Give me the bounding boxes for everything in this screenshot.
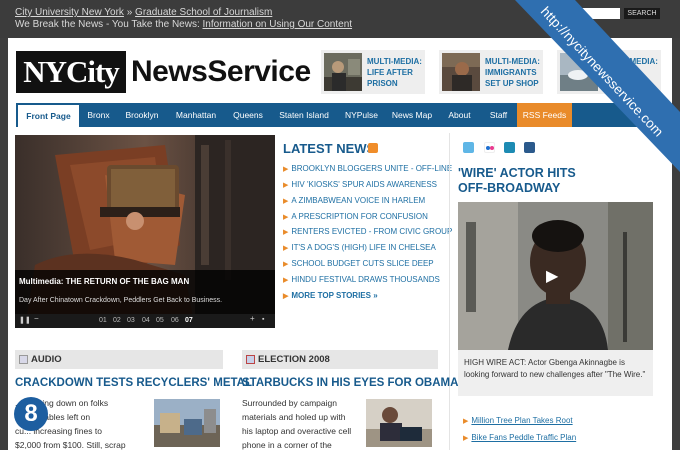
election-story-excerpt: Surrounded by campaign materials and hol… — [242, 398, 352, 450]
delicious-icon[interactable] — [524, 142, 535, 153]
logo-nycity[interactable]: NYCity — [16, 51, 126, 93]
breadcrumb-separator: » — [126, 7, 133, 18]
nav-news-map[interactable]: News Map — [386, 103, 438, 127]
column-divider — [449, 133, 450, 450]
slide-number-badge: 8 — [14, 397, 48, 431]
promo-thumbnail — [560, 53, 598, 91]
promo-item[interactable]: MULTI-MEDIA: ...CE ON ...WANUS — [557, 50, 661, 94]
flickr-icon[interactable] — [484, 142, 495, 153]
promo-item[interactable]: MULTI-MEDIA: IMMIGRANTS SET UP SHOP — [439, 50, 543, 94]
sidebar-link[interactable]: ▶ Bike Fans Peddle Traffic Plan — [463, 433, 576, 442]
content-info-link[interactable]: Information on Using Our Content — [203, 19, 353, 30]
nav-rss-feeds[interactable]: RSS Feeds — [517, 103, 572, 127]
more-top-stories-link[interactable]: ▶ MORE TOP STORIES » — [283, 291, 378, 300]
pause-icon[interactable]: ❚❚ — [19, 316, 31, 324]
school-breadcrumb: City University New York » Graduate Scho… — [15, 7, 272, 18]
slide-page-active[interactable]: 07 — [185, 317, 193, 324]
slide-page[interactable]: 01 — [99, 317, 107, 324]
latest-news-item[interactable]: ▶ HINDU FESTIVAL DRAWS THOUSANDS — [283, 275, 440, 284]
search-input[interactable] — [560, 8, 620, 19]
latest-news-item[interactable]: ▶ A PRESCRIPTION FOR CONFUSION — [283, 212, 428, 221]
audio-story-title[interactable]: CRACKDOWN TESTS RECYCLERS' METAL — [15, 377, 252, 389]
latest-news-item[interactable]: ▶ SCHOOL BUDGET CUTS SLICE DEEP — [283, 259, 434, 268]
nav-front-page[interactable]: Front Page — [18, 105, 79, 127]
feature-title[interactable]: 'WIRE' ACTOR HITS OFF-BROADWAY — [458, 166, 576, 196]
election-section-header: ELECTION 2008 — [242, 350, 438, 369]
logo-newsservice[interactable]: NewsService — [131, 51, 311, 93]
slide-page[interactable]: 04 — [142, 317, 150, 324]
nav-queens[interactable]: Queens — [226, 103, 270, 127]
slide-page[interactable]: 02 — [113, 317, 121, 324]
hero-caption-title[interactable]: Multimedia: THE RETURN OF THE BAG MAN — [19, 277, 189, 286]
slide-page[interactable]: 06 — [171, 317, 179, 324]
latest-news-item[interactable]: ▶ A ZIMBABWEAN VOICE IN HARLEM — [283, 196, 425, 205]
slide-page[interactable]: 05 — [156, 317, 164, 324]
journalism-school-link[interactable]: Graduate School of Journalism — [135, 7, 272, 18]
minus-icon[interactable]: − — [34, 314, 39, 323]
flag-icon — [246, 355, 255, 364]
promo-thumbnail — [442, 53, 480, 91]
promo-label: MULTI-MEDIA: ...CE ON ...WANUS — [603, 57, 658, 88]
promo-label: MULTI-MEDIA: LIFE AFTER PRISON — [367, 57, 422, 88]
play-icon[interactable]: ▶ — [546, 266, 558, 286]
latest-news-title: LATEST NEWS — [283, 141, 376, 156]
latest-news-item[interactable]: ▶ RENTERS EVICTED - FROM CIVIC GROUP — [283, 227, 452, 236]
promo-thumbnail — [324, 53, 362, 91]
promo-item[interactable]: MULTI-MEDIA: LIFE AFTER PRISON — [321, 50, 425, 94]
nav-staten-island[interactable]: Staten Island — [271, 103, 337, 127]
nav-about[interactable]: About — [439, 103, 480, 127]
latest-news-item[interactable]: ▶ BROOKLYN BLOGGERS UNITE - OFF-LINE — [283, 164, 452, 173]
rss-icon[interactable] — [368, 143, 378, 153]
twitter-icon[interactable] — [463, 142, 474, 153]
audio-section-header: AUDIO — [15, 350, 223, 369]
audio-story-thumbnail[interactable] — [154, 399, 220, 447]
nav-staff[interactable]: Staff — [481, 103, 516, 127]
tagline: We Break the News - You Take the News: I… — [15, 19, 352, 30]
slide-page[interactable]: 03 — [127, 317, 135, 324]
feature-video[interactable]: ▶ — [458, 202, 653, 350]
election-story-thumbnail[interactable] — [366, 399, 432, 447]
nav-bronx[interactable]: Bronx — [80, 103, 117, 127]
plus-icon[interactable]: + — [250, 314, 255, 323]
election-story-title[interactable]: STARBUCKS IN HIS EYES FOR OBAMA — [242, 377, 458, 389]
hero-caption-subtitle: Day After Chinatown Crackdown, Peddlers … — [19, 297, 223, 304]
cuny-link[interactable]: City University New York — [15, 7, 124, 18]
latest-news-item[interactable]: ▶ HIV 'KIOSKS' SPUR AIDS AWARENESS — [283, 180, 437, 189]
tagline-text: We Break the News - You Take the News: — [15, 19, 200, 30]
fullscreen-icon[interactable]: ▪ — [262, 316, 264, 323]
nav-nypulse[interactable]: NYPulse — [338, 103, 385, 127]
audio-icon — [19, 355, 28, 364]
latest-news-item[interactable]: ▶ IT'S A DOG'S (HIGH) LIFE IN CHELSEA — [283, 243, 436, 252]
feature-caption: HIGH WIRE ACT: Actor Gbenga Akinnagbe is… — [464, 358, 646, 379]
nav-manhattan[interactable]: Manhattan — [167, 103, 225, 127]
vimeo-icon[interactable] — [504, 142, 515, 153]
promo-label: MULTI-MEDIA: IMMIGRANTS SET UP SHOP — [485, 57, 540, 88]
search-button[interactable]: SEARCH — [624, 8, 660, 19]
sidebar-link[interactable]: ▶ Million Tree Plan Takes Root — [463, 416, 573, 425]
nav-brooklyn[interactable]: Brooklyn — [118, 103, 166, 127]
